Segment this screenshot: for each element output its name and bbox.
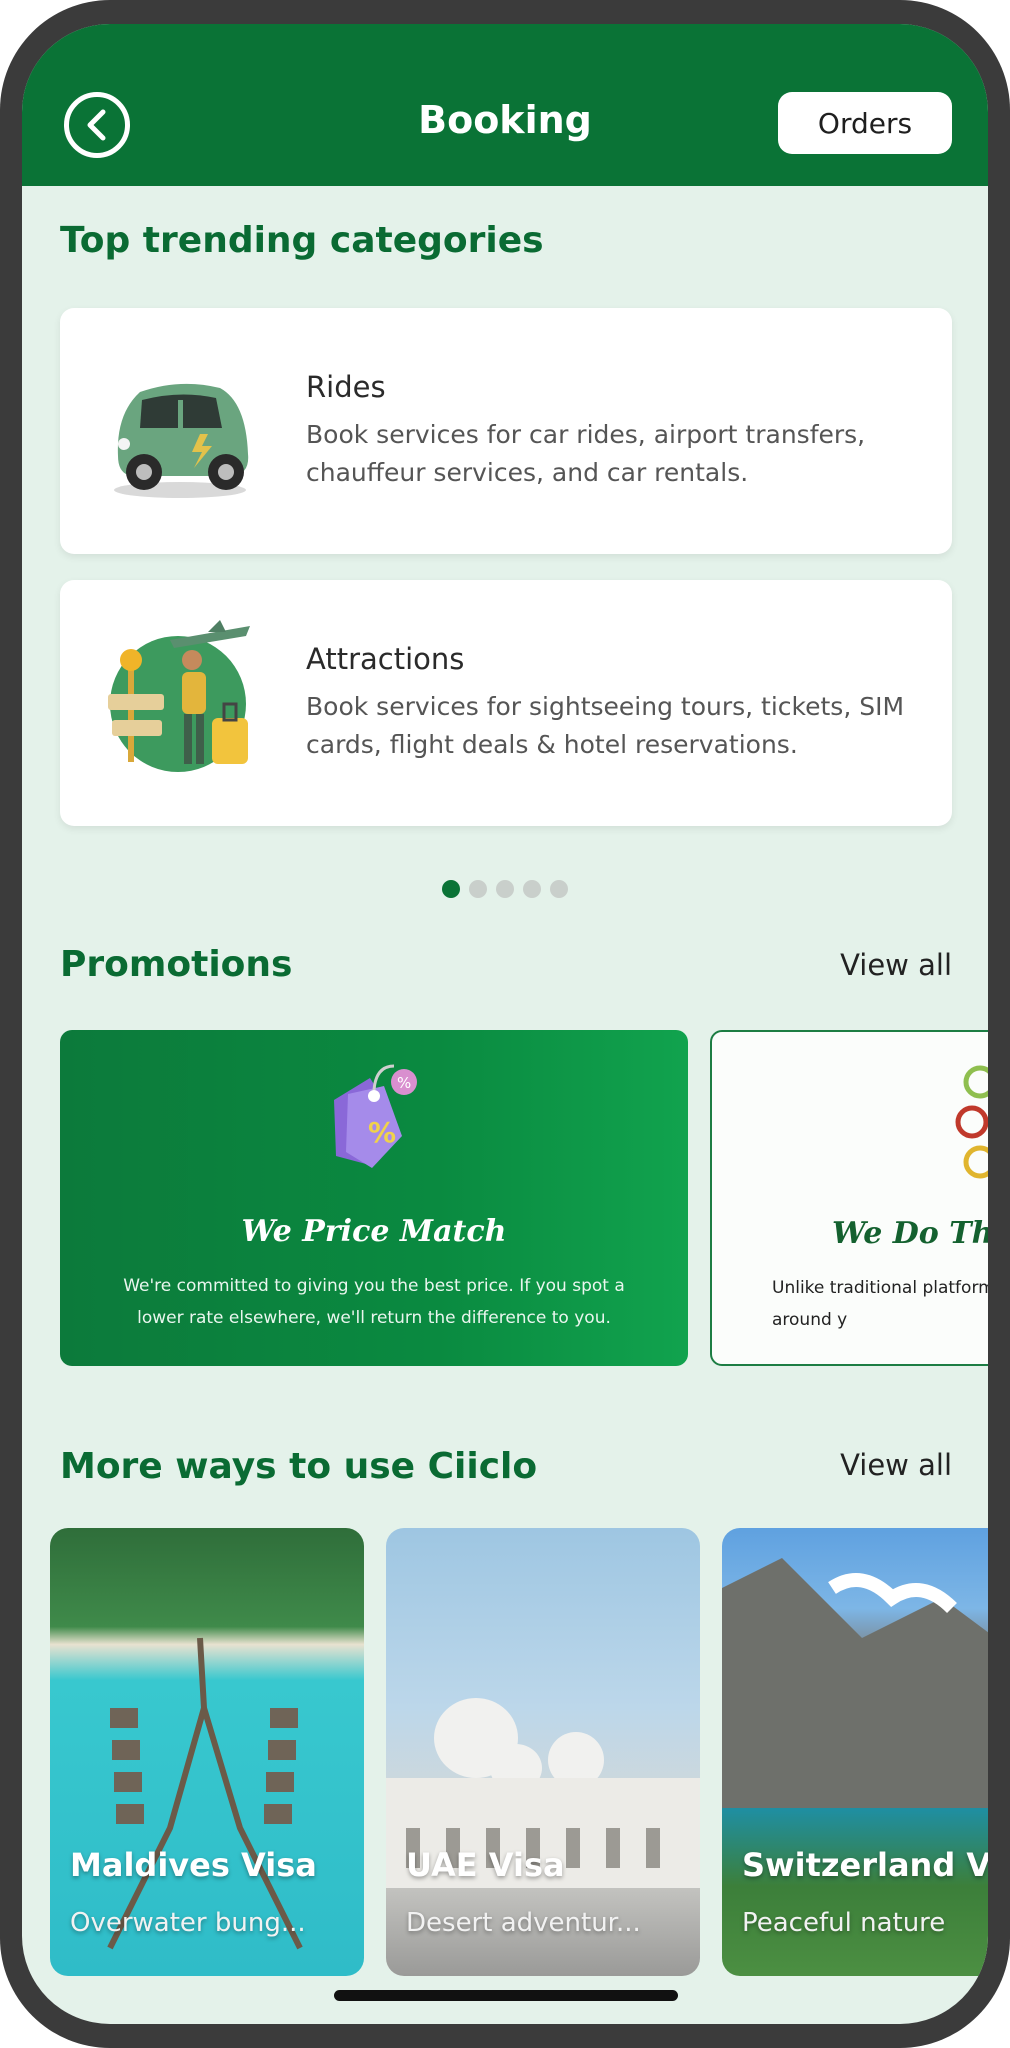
destination-card-uae[interactable]: UAE Visa Desert adventur... bbox=[386, 1528, 700, 1976]
promo-text: Unlike traditional platforms built aroun… bbox=[772, 1278, 988, 1330]
destination-title: UAE Visa bbox=[406, 1846, 565, 1884]
price-tag-icon: % % bbox=[334, 1064, 417, 1168]
carousel-dot[interactable] bbox=[523, 880, 541, 898]
promo-title: We Price Match bbox=[241, 1214, 507, 1249]
destination-title: Switzerland Vi bbox=[742, 1846, 988, 1884]
trending-section-title: Top trending categories bbox=[60, 220, 544, 261]
carousel-dots bbox=[442, 880, 568, 898]
destination-subtitle: Overwater bung... bbox=[70, 1908, 306, 1938]
category-card-rides[interactable]: Rides Book services for car rides, airpo… bbox=[60, 308, 952, 554]
promotions-view-all-link[interactable]: View all bbox=[840, 948, 952, 982]
app-screen: Booking Orders Top trending categories R… bbox=[22, 24, 988, 2024]
destination-card-switzerland[interactable]: Switzerland Vi Peaceful nature bbox=[722, 1528, 988, 1976]
promotions-section-title: Promotions bbox=[60, 944, 293, 985]
category-card-attractions[interactable]: Attractions Book services for sightseein… bbox=[60, 580, 952, 826]
traveler-icon bbox=[108, 620, 250, 772]
more-ways-section-title: More ways to use Ciiclo bbox=[60, 1446, 538, 1487]
destination-card-maldives[interactable]: Maldives Visa Overwater bung... bbox=[50, 1528, 364, 1976]
category-description: Book services for sightseeing tours, tic… bbox=[306, 692, 905, 759]
orders-button[interactable]: Orders bbox=[778, 92, 952, 154]
svg-text:%: % bbox=[368, 1116, 396, 1149]
destination-title: Maldives Visa bbox=[70, 1846, 317, 1884]
promo-text: We're committed to giving you the best p… bbox=[123, 1276, 625, 1328]
carousel-dot[interactable] bbox=[496, 880, 514, 898]
promo-title: We Do Thi bbox=[832, 1216, 988, 1251]
header-bar: Booking Orders bbox=[22, 24, 988, 186]
destination-subtitle: Desert adventur... bbox=[406, 1908, 641, 1938]
more-ways-view-all-link[interactable]: View all bbox=[840, 1448, 952, 1482]
category-description: Book services for car rides, airport tra… bbox=[306, 420, 866, 487]
promo-card-secondary[interactable]: We Do Thi Unlike traditional platforms b… bbox=[710, 1030, 988, 1366]
svg-text:%: % bbox=[397, 1074, 411, 1092]
badge-icon bbox=[955, 1065, 988, 1179]
category-title: Attractions bbox=[306, 642, 465, 676]
destination-subtitle: Peaceful nature bbox=[742, 1908, 946, 1938]
category-title: Rides bbox=[306, 370, 386, 404]
carousel-dot[interactable] bbox=[550, 880, 568, 898]
promo-card-price-match[interactable]: % % We Price Match We're committed to gi… bbox=[60, 1030, 688, 1366]
carousel-dot[interactable] bbox=[469, 880, 487, 898]
carousel-dot-active[interactable] bbox=[442, 880, 460, 898]
home-indicator[interactable] bbox=[334, 1990, 678, 2001]
car-icon bbox=[114, 383, 249, 498]
